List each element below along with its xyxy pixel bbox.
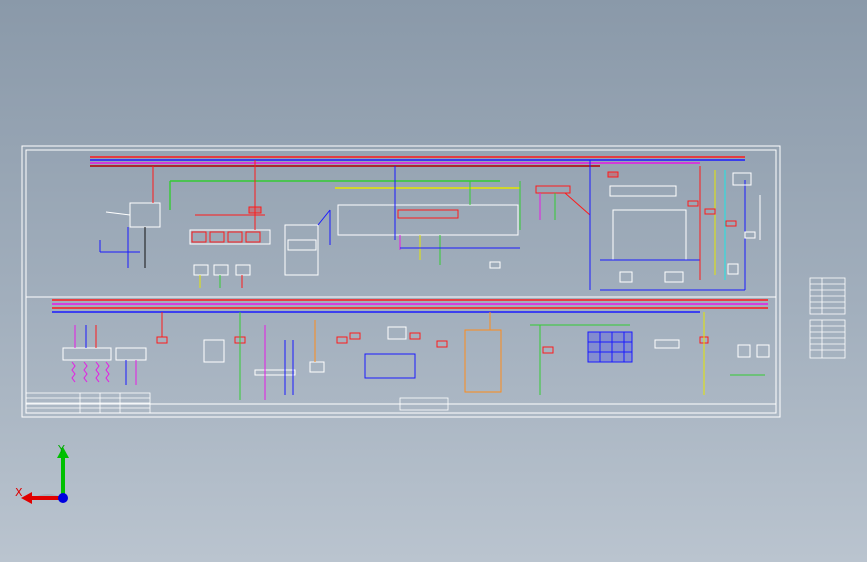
- upper-bus: [90, 156, 745, 210]
- lower-components: [62, 312, 770, 400]
- drawing-viewport[interactable]: [0, 0, 867, 562]
- side-tables: [809, 277, 846, 359]
- upper-components: [99, 160, 761, 291]
- x-axis-label: X: [15, 486, 23, 499]
- lower-bus: [52, 299, 768, 313]
- title-block: [25, 392, 449, 414]
- z-axis-dot: [58, 493, 68, 503]
- y-axis-label: Y: [57, 443, 65, 456]
- x-axis-head: [21, 492, 32, 504]
- coordinate-triad-icon: Y X: [15, 443, 69, 504]
